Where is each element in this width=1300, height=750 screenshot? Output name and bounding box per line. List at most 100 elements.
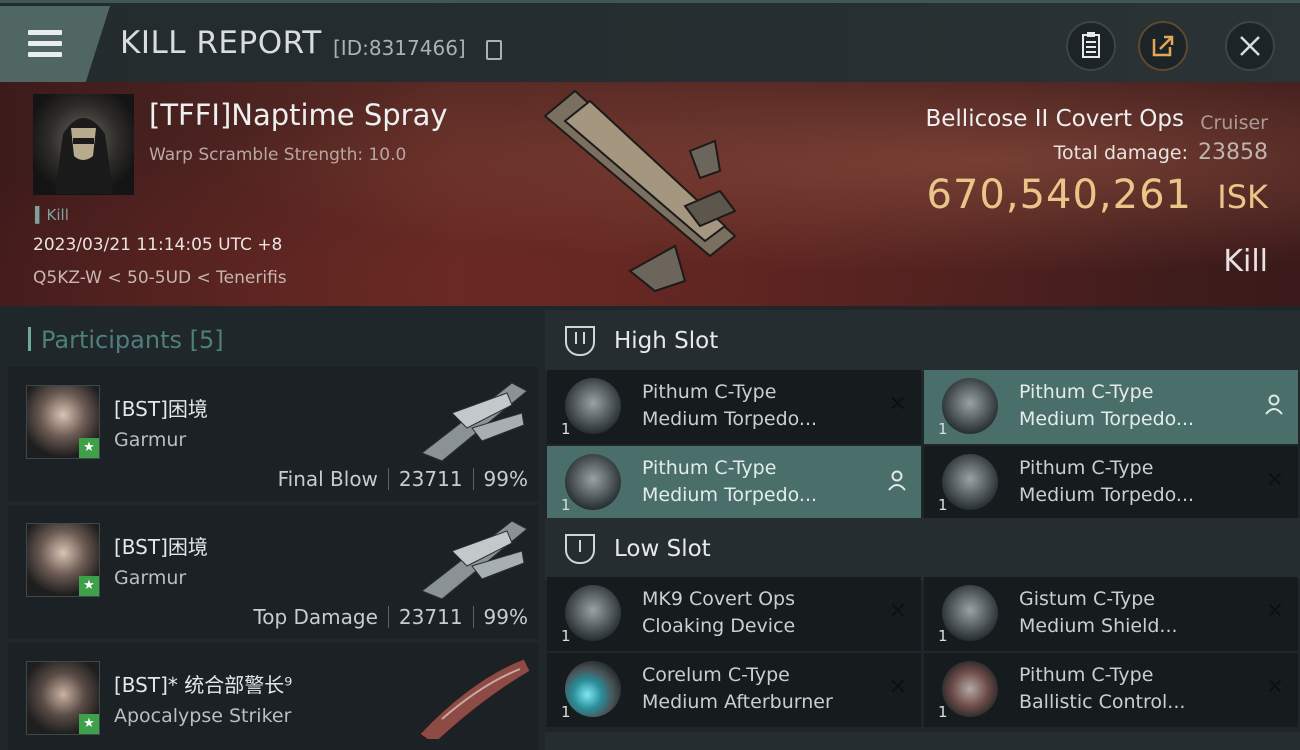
participant-ship-image bbox=[421, 382, 528, 462]
torpedo-launcher-icon bbox=[565, 378, 621, 434]
victim-name[interactable]: [TFFI]Naptime Spray bbox=[149, 98, 448, 132]
torpedo-launcher-icon bbox=[942, 378, 998, 434]
participant-ship-image bbox=[421, 520, 528, 600]
report-id: [ID:8317466] bbox=[333, 36, 466, 60]
module-quantity: 1 bbox=[938, 627, 948, 645]
module-name: Pithum C-Type bbox=[642, 457, 777, 479]
clipboard-button[interactable] bbox=[1066, 21, 1116, 71]
participant-row[interactable]: ★ [BST]* 统合部警长⁹ Apocalypse Striker bbox=[8, 643, 538, 750]
victim-portrait[interactable] bbox=[33, 94, 134, 195]
portrait-image bbox=[55, 118, 113, 194]
participants-title: Participants bbox=[41, 326, 182, 354]
module-item[interactable]: 1 Pithum C-Type Ballistic Control... ✕ bbox=[924, 653, 1298, 727]
isk-value: 670,540,261 bbox=[926, 172, 1192, 218]
star-icon: ★ bbox=[79, 576, 99, 596]
page-title: KILL REPORT bbox=[120, 25, 322, 61]
participant-role: Top Damage bbox=[253, 605, 378, 629]
dropped-person-icon bbox=[888, 470, 906, 491]
module-item[interactable]: 1 Pithum C-Type Medium Torpedo... ✕ bbox=[547, 370, 921, 444]
menu-button[interactable] bbox=[0, 6, 110, 82]
fitting-panel: High Slot 1 Pithum C-Type Medium Torpedo… bbox=[545, 306, 1300, 750]
module-item[interactable]: 1 Pithum C-Type Medium Torpedo... ✕ bbox=[924, 446, 1298, 520]
module-name: Corelum C-Type bbox=[642, 664, 790, 686]
destroyed-icon: ✕ bbox=[888, 675, 907, 700]
module-type: Ballistic Control... bbox=[1019, 691, 1186, 713]
module-name: Pithum C-Type bbox=[1019, 381, 1154, 403]
star-icon: ★ bbox=[79, 714, 99, 734]
kill-tag-label: Kill bbox=[46, 206, 69, 224]
torpedo-launcher-icon bbox=[942, 454, 998, 510]
module-name: Pithum C-Type bbox=[1019, 664, 1154, 686]
module-quantity: 1 bbox=[561, 627, 571, 645]
total-damage-value: 23858 bbox=[1198, 140, 1268, 165]
torpedo-launcher-icon bbox=[565, 454, 621, 510]
module-item[interactable]: 1 Pithum C-Type Medium Torpedo... bbox=[924, 370, 1298, 444]
module-type: Medium Shield... bbox=[1019, 615, 1178, 637]
module-quantity: 1 bbox=[938, 420, 948, 438]
module-name: Pithum C-Type bbox=[1019, 457, 1154, 479]
dropped-person-icon bbox=[1265, 394, 1283, 415]
module-type: Cloaking Device bbox=[642, 615, 796, 637]
participant-ship: Garmur bbox=[114, 429, 187, 451]
victim-ship-image bbox=[543, 89, 737, 293]
participant-role: Final Blow bbox=[277, 467, 378, 491]
module-name: MK9 Covert Ops bbox=[642, 588, 796, 610]
stat-divider bbox=[472, 468, 474, 490]
module-type: Medium Afterburner bbox=[642, 691, 833, 713]
module-item[interactable]: 1 Pithum C-Type Medium Torpedo... bbox=[547, 446, 921, 520]
participant-row[interactable]: ★ [BST]困境 Garmur Top Damage 23711 99% bbox=[8, 505, 538, 639]
module-quantity: 1 bbox=[938, 703, 948, 721]
cloaking-device-icon bbox=[565, 585, 621, 641]
module-type: Medium Torpedo... bbox=[1019, 408, 1195, 430]
destroyed-icon: ✕ bbox=[888, 599, 907, 624]
shield-icon bbox=[942, 585, 998, 641]
participant-row[interactable]: ★ [BST]困境 Garmur Final Blow 23711 99% bbox=[8, 367, 538, 501]
next-slot-header bbox=[545, 732, 1300, 750]
participant-ship: Garmur bbox=[114, 567, 187, 589]
victim-ship-name[interactable]: Bellicose II Covert Ops bbox=[925, 106, 1184, 132]
module-quantity: 1 bbox=[561, 496, 571, 514]
participants-panel: Participants [5] ★ [BST]困境 Garmur Final … bbox=[0, 306, 545, 750]
avatar: ★ bbox=[26, 385, 100, 459]
low-slot-header: Low Slot bbox=[545, 518, 1300, 580]
warp-scramble-strength: Warp Scramble Strength: 10.0 bbox=[149, 145, 407, 165]
kill-datetime: 2023/03/21 11:14:05 UTC +8 bbox=[33, 235, 283, 255]
participant-stats: Final Blow 23711 99% bbox=[278, 467, 528, 491]
avatar: ★ bbox=[26, 661, 100, 735]
copy-icon[interactable] bbox=[486, 40, 502, 60]
destroyed-icon: ✕ bbox=[1265, 675, 1284, 700]
accent-bar bbox=[28, 327, 31, 351]
module-item[interactable]: 1 Corelum C-Type Medium Afterburner ✕ bbox=[547, 653, 921, 727]
low-slot-title: Low Slot bbox=[614, 536, 711, 562]
module-item[interactable]: 1 Gistum C-Type Medium Shield... ✕ bbox=[924, 577, 1298, 651]
participants-header: Participants [5] bbox=[28, 326, 224, 354]
kill-location[interactable]: Q5KZ-W < 50-5UD < Tenerifis bbox=[33, 268, 287, 288]
kill-tag: ▍Kill bbox=[35, 206, 69, 224]
menu-icon-bar bbox=[28, 52, 62, 57]
stat-divider bbox=[387, 606, 389, 628]
participant-percent: 99% bbox=[483, 467, 528, 491]
menu-icon bbox=[28, 30, 62, 35]
participant-ship-image bbox=[419, 658, 531, 739]
participant-name: [BST]* 统合部警长⁹ bbox=[114, 673, 293, 697]
isk-unit: ISK bbox=[1217, 178, 1268, 216]
module-quantity: 1 bbox=[561, 420, 571, 438]
participant-percent: 99% bbox=[483, 605, 528, 629]
module-type: Medium Torpedo... bbox=[642, 408, 818, 430]
ballistic-control-icon bbox=[942, 661, 998, 717]
low-slot-icon bbox=[565, 534, 595, 564]
star-icon: ★ bbox=[79, 438, 99, 458]
participant-name: [BST]困境 bbox=[114, 397, 208, 421]
module-quantity: 1 bbox=[561, 703, 571, 721]
close-button[interactable] bbox=[1225, 21, 1275, 71]
participant-ship: Apocalypse Striker bbox=[114, 705, 292, 727]
module-item[interactable]: 1 MK9 Covert Ops Cloaking Device ✕ bbox=[547, 577, 921, 651]
participant-stats: Top Damage 23711 99% bbox=[253, 605, 528, 629]
share-button[interactable] bbox=[1138, 21, 1188, 71]
title-bar: KILL REPORT [ID:8317466] bbox=[0, 0, 1300, 85]
high-slot-title: High Slot bbox=[614, 328, 719, 354]
module-type: Medium Torpedo... bbox=[1019, 484, 1195, 506]
module-name: Gistum C-Type bbox=[1019, 588, 1155, 610]
share-icon bbox=[1152, 35, 1174, 57]
afterburner-icon bbox=[565, 661, 621, 717]
